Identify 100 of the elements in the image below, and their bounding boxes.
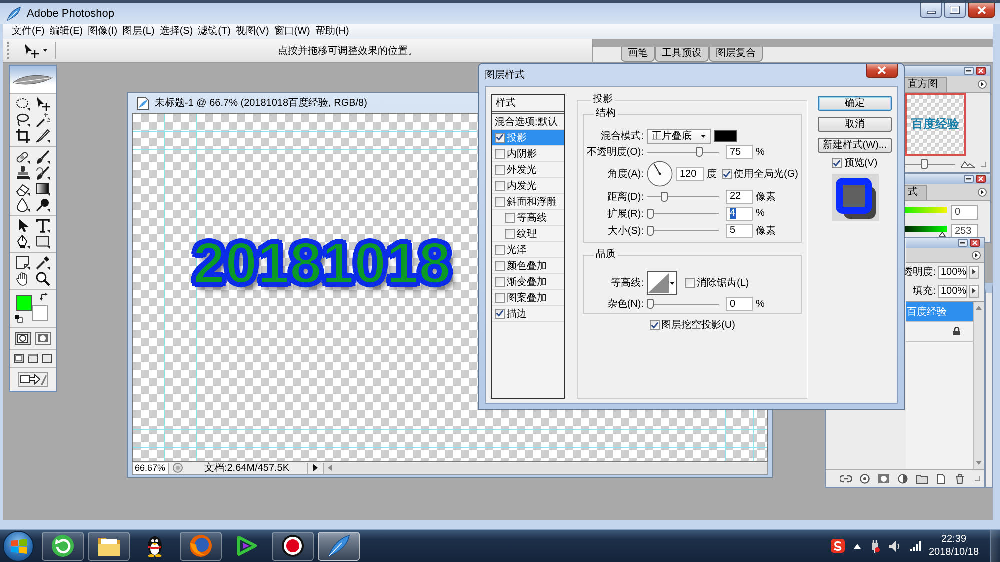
slider-thumb[interactable] (661, 192, 668, 202)
gradient-icon[interactable] (36, 182, 50, 196)
minimize-icon[interactable] (964, 67, 974, 75)
checkbox[interactable] (495, 132, 505, 142)
checkbox-label[interactable]: 预览(V) (844, 156, 878, 170)
number-field[interactable]: 22 (726, 190, 753, 204)
half-circle-icon[interactable] (897, 474, 909, 484)
foreground-color-swatch[interactable] (16, 295, 32, 311)
opacity-slider-button[interactable] (969, 266, 979, 278)
ellipse-marquee-icon[interactable] (16, 97, 30, 111)
style-list-item[interactable]: 光泽 (492, 242, 564, 258)
contour-picker[interactable] (647, 271, 677, 295)
checkbox[interactable] (495, 164, 505, 174)
history-brush-icon[interactable] (36, 166, 50, 180)
move-tool-icon[interactable] (36, 97, 50, 111)
menu-item[interactable]: 窗口(W) (274, 25, 310, 38)
navigator-thumbnail[interactable]: 百度经验 (905, 93, 966, 156)
resize-grip-icon[interactable] (974, 475, 981, 482)
close-button[interactable] (866, 64, 898, 78)
maximize-button[interactable] (944, 3, 966, 18)
style-list-item[interactable]: 描边 (492, 306, 564, 322)
letter-tile-icon[interactable] (831, 539, 845, 553)
taskbar-button[interactable] (42, 532, 84, 560)
signal-icon[interactable] (910, 541, 922, 551)
style-list-item[interactable]: 纹理 (492, 226, 564, 242)
checkbox[interactable] (495, 292, 505, 302)
style-list-item[interactable]: 等高线 (492, 210, 564, 226)
note-icon[interactable] (16, 256, 30, 270)
fill-field[interactable]: 100% (938, 284, 967, 298)
palette-menu-icon[interactable] (978, 188, 987, 196)
pen-icon[interactable] (16, 235, 30, 249)
scroll-left-icon[interactable] (328, 465, 332, 471)
checkbox[interactable] (505, 212, 515, 222)
style-list-item[interactable]: 斜面和浮雕 (492, 194, 564, 210)
style-list-item[interactable]: 内阴影 (492, 146, 564, 162)
checkbox[interactable] (685, 278, 695, 288)
drop-icon[interactable] (16, 198, 30, 212)
menu-item[interactable]: 文件(F) (12, 25, 45, 38)
style-list-item[interactable]: 颜色叠加 (492, 258, 564, 274)
minimize-button[interactable] (920, 3, 942, 18)
checkbox-label[interactable]: 使用全局光(G) (734, 167, 798, 181)
brush-icon[interactable] (36, 150, 50, 164)
dialog-button[interactable]: 取消 (818, 117, 892, 132)
slider-thumb[interactable] (696, 147, 703, 157)
menu-item[interactable]: 图像(I) (88, 25, 118, 38)
rectangle-shape-icon[interactable] (36, 235, 50, 249)
stamp-icon[interactable] (16, 166, 30, 180)
color-slider-track[interactable] (905, 226, 947, 236)
eraser-icon[interactable] (16, 182, 30, 196)
number-field[interactable]: 4 (726, 206, 753, 220)
lollipop-icon[interactable] (36, 198, 50, 212)
checkbox[interactable] (495, 148, 505, 158)
minimize-icon[interactable] (964, 175, 974, 183)
opacity-field[interactable]: 100% (938, 266, 967, 278)
type-tool-icon[interactable] (36, 219, 50, 233)
palette-menu-icon[interactable] (972, 250, 981, 260)
palette-tab[interactable]: 式 (905, 185, 927, 200)
crop-icon[interactable] (16, 129, 30, 143)
popup-arrow-icon[interactable] (313, 464, 318, 472)
dialog-button[interactable]: 确定 (818, 96, 892, 111)
magic-wand-icon[interactable] (36, 113, 50, 127)
folder-icon[interactable] (916, 474, 928, 484)
speaker-icon[interactable] (889, 540, 901, 552)
vertical-scrollbar[interactable] (973, 302, 984, 469)
checkbox[interactable] (505, 228, 515, 238)
menu-item[interactable]: 滤镜(T) (198, 25, 231, 38)
palette-tab[interactable]: 画笔 (621, 47, 655, 62)
clock-button[interactable]: 22:39 2018/10/18 (926, 533, 982, 559)
menu-item[interactable]: 视图(V) (236, 25, 270, 38)
number-field[interactable]: 75 (726, 145, 753, 159)
scroll-up-icon[interactable] (976, 306, 982, 310)
palette-tab[interactable]: 直方图 (905, 77, 947, 92)
checkbox[interactable] (495, 260, 505, 270)
standard-mode-icon[interactable] (15, 332, 31, 345)
blend-mode-dropdown[interactable]: 正片叠底 (647, 128, 711, 144)
fill-slider-button[interactable] (969, 284, 979, 298)
dot-circle-icon[interactable] (173, 463, 183, 473)
style-list-item[interactable]: 内发光 (492, 178, 564, 194)
palette-menu-icon[interactable] (978, 80, 987, 88)
mountain-icon[interactable] (961, 160, 975, 168)
checkbox[interactable] (722, 169, 732, 179)
checkbox[interactable] (495, 276, 505, 286)
scroll-down-icon[interactable] (976, 461, 982, 465)
show-desktop-button[interactable] (990, 530, 1000, 562)
number-field[interactable]: 0 (726, 297, 753, 311)
taskbar-button[interactable] (180, 532, 222, 560)
menu-item[interactable]: 帮助(H) (315, 25, 350, 38)
checkbox[interactable] (832, 158, 842, 168)
minimize-icon[interactable] (958, 239, 968, 247)
close-icon[interactable] (976, 175, 986, 183)
checkbox[interactable] (495, 308, 505, 318)
screen-mode-icon[interactable] (42, 354, 52, 363)
bandage-icon[interactable] (16, 150, 30, 164)
screen-mode-icon[interactable] (14, 354, 24, 363)
resize-grip-icon[interactable] (980, 160, 987, 168)
close-icon[interactable] (976, 67, 986, 75)
trash-icon[interactable] (954, 474, 966, 484)
slider-thumb[interactable] (647, 299, 654, 309)
screen-mode-icon[interactable] (28, 354, 38, 363)
checkbox[interactable] (495, 196, 505, 206)
